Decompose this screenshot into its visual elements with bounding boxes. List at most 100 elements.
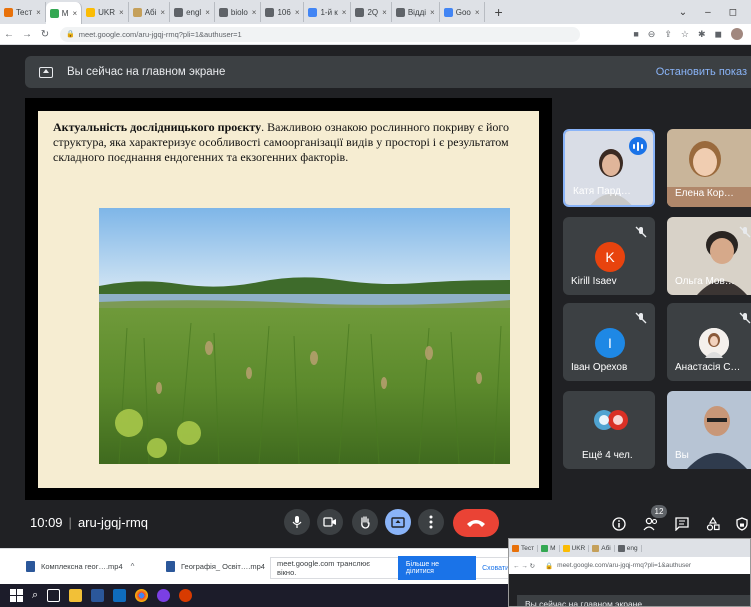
tab-title: Відді — [407, 7, 427, 17]
outlook-icon[interactable] — [113, 589, 127, 602]
download-item-2[interactable]: Географія_ Освіт….mp4 — [166, 561, 265, 572]
browser-tab-7[interactable]: 106 × — [261, 2, 305, 22]
participant-tile-4[interactable]: Ольга Мов… — [667, 217, 751, 295]
tab-title: eng — [626, 544, 638, 552]
participant-tile-5[interactable]: I Іван Орехов — [563, 303, 655, 381]
tab-favicon-icon — [49, 8, 59, 18]
viber-icon[interactable] — [157, 589, 171, 602]
task-view-icon[interactable] — [47, 589, 61, 602]
chrome-icon[interactable] — [135, 589, 149, 602]
hide-notification-button[interactable]: Сховати — [482, 565, 509, 572]
secondary-tab-3[interactable]: UKR — [560, 544, 590, 552]
present-now-button[interactable] — [385, 509, 411, 535]
nav-buttons[interactable]: ← → ↻ — [513, 562, 535, 570]
end-call-icon — [467, 520, 485, 527]
secondary-browser-window[interactable]: Tecт M UKR Абі eng ← → ↻ 🔒 meet.google.com/a… — [508, 538, 751, 607]
shield-lock-icon — [736, 517, 748, 531]
participant-name: Елена Кор… — [675, 188, 734, 199]
chevron-up-icon[interactable]: ^ — [131, 562, 135, 571]
tab-favicon-icon — [86, 7, 96, 17]
tab-title: engl — [186, 7, 202, 17]
browser-tab-3[interactable]: UKR × — [82, 2, 129, 22]
browser-tab-8[interactable]: 1-й к × — [304, 2, 352, 22]
microphone-button[interactable] — [284, 509, 310, 535]
search-icon[interactable]: ⌕ — [32, 589, 38, 602]
participant-tile-3[interactable]: K Kirill Isaev — [563, 217, 655, 295]
more-participants-label: Ещё 4 чел. — [582, 450, 633, 461]
tab-search-icon[interactable]: ⌄ — [679, 7, 687, 18]
browser-tab-2[interactable]: M × — [45, 2, 83, 24]
browser-tab-10[interactable]: Відді × — [392, 2, 440, 22]
word-icon[interactable] — [91, 589, 105, 602]
minimize-icon[interactable]: – — [705, 7, 711, 18]
share-icon[interactable]: ⇪ — [664, 29, 672, 40]
slide-paragraph: Актуальність дослідницького проєкту. Важ… — [53, 120, 523, 165]
browser-tab-9[interactable]: 2Q × — [351, 2, 392, 22]
reading-list-icon[interactable]: ◼ — [715, 29, 722, 40]
meeting-details-button[interactable] — [611, 516, 627, 532]
reload-icon[interactable]: ↻ — [36, 29, 54, 40]
camera-in-use-icon[interactable]: ■ — [633, 29, 638, 39]
maximize-icon[interactable]: ◻ — [729, 7, 737, 18]
secondary-tab-4[interactable]: Абі — [589, 544, 615, 552]
participant-photo-avatar — [699, 328, 729, 358]
end-call-button[interactable] — [453, 509, 499, 537]
close-tab-icon[interactable]: × — [382, 8, 387, 17]
close-tab-icon[interactable]: × — [119, 8, 124, 17]
close-tab-icon[interactable]: × — [342, 8, 347, 17]
close-tab-icon[interactable]: × — [160, 8, 165, 17]
new-tab-button[interactable]: + — [485, 4, 513, 20]
host-controls-button[interactable] — [734, 516, 750, 532]
tab-title: Tecт — [16, 7, 33, 17]
participant-tile-2[interactable]: Елена Кор… — [667, 129, 751, 207]
secondary-tab-5[interactable]: eng — [615, 544, 642, 552]
participant-tile-6[interactable]: Анастасія С… — [667, 303, 751, 381]
windows-start-icon[interactable] — [10, 589, 23, 602]
url-input[interactable]: 🔒 meet.google.com/aru-jgqj-rmq?pli=1&aut… — [60, 26, 580, 42]
browser-tab-4[interactable]: Абі × — [129, 2, 171, 22]
secondary-tab-2[interactable]: M — [538, 544, 560, 552]
browser-tab-5[interactable]: engl × — [170, 2, 215, 22]
close-tab-icon[interactable]: × — [72, 9, 77, 18]
tab-title: Абі — [144, 7, 157, 17]
close-tab-icon[interactable]: × — [430, 8, 435, 17]
meeting-details: 10:09 | aru-jgqj-rmq — [30, 515, 148, 530]
close-tab-icon[interactable]: × — [205, 8, 210, 17]
camera-button[interactable] — [317, 509, 343, 535]
extension-icon[interactable]: ✱ — [698, 29, 706, 40]
separator: | — [68, 515, 72, 530]
stop-presenting-button[interactable]: Остановить показ — [656, 66, 751, 78]
slide-heading: Актуальність дослідницького проєкту — [53, 120, 262, 134]
participant-tile-1[interactable]: Катя Пард… — [563, 129, 655, 207]
chat-button[interactable] — [674, 516, 690, 532]
back-icon[interactable]: ← — [0, 29, 18, 40]
tab-favicon-icon — [4, 7, 13, 17]
browser-tab-6[interactable]: biolo × — [215, 2, 262, 22]
tab-favicon-icon — [541, 544, 549, 552]
close-tab-icon[interactable]: × — [295, 8, 300, 17]
raise-hand-button[interactable] — [352, 509, 378, 535]
file-explorer-icon[interactable] — [69, 589, 83, 602]
profile-avatar[interactable] — [731, 28, 743, 40]
browser-tab-1[interactable]: Tecт × — [0, 2, 46, 22]
screen-share-notification: meet.google.com транслює вікно. Більше н… — [270, 556, 510, 580]
more-options-button[interactable] — [418, 509, 444, 535]
zoom-icon[interactable]: ⊖ — [648, 29, 656, 40]
download-item-1[interactable]: Комплексна геог….mp4 ^ — [26, 561, 134, 572]
self-view-tile[interactable]: Вы — [667, 391, 751, 469]
stop-sharing-button[interactable]: Більше не ділитися — [397, 556, 477, 580]
app-icon[interactable] — [179, 589, 193, 602]
activities-button[interactable] — [705, 516, 721, 532]
close-tab-icon[interactable]: × — [252, 8, 257, 17]
close-tab-icon[interactable]: × — [475, 8, 480, 17]
tab-favicon-icon — [355, 7, 365, 17]
browser-address-bar: ← → ↻ 🔒 meet.google.com/aru-jgqj-rmq?pli… — [0, 24, 751, 45]
browser-tab-11[interactable]: Goo × — [440, 2, 485, 22]
more-participants-tile[interactable]: Ещё 4 чел. — [563, 391, 655, 469]
secondary-tab-1[interactable]: Tecт — [509, 544, 539, 552]
forward-icon[interactable]: → — [18, 29, 36, 40]
close-tab-icon[interactable]: × — [36, 8, 41, 17]
people-button[interactable] — [643, 516, 659, 532]
activities-shapes-icon — [706, 517, 720, 531]
bookmark-star-icon[interactable]: ☆ — [681, 29, 689, 40]
